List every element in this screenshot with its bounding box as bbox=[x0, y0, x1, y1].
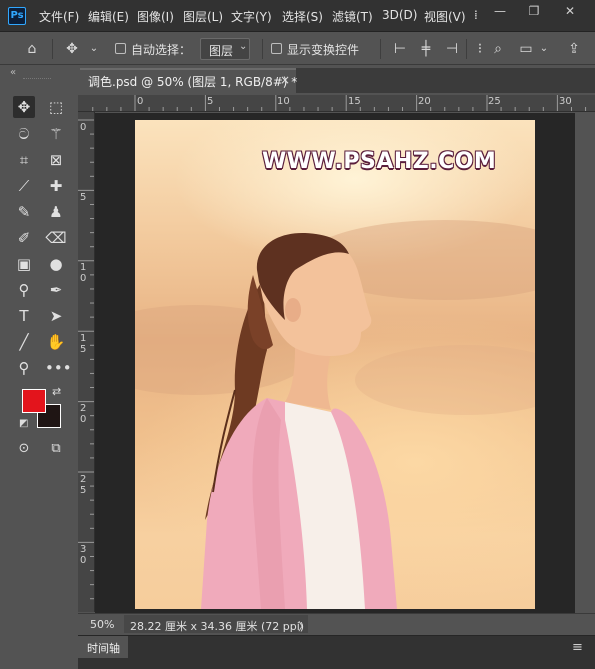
scroll-strip[interactable] bbox=[575, 113, 595, 613]
ruler-label: 5 bbox=[80, 192, 87, 203]
dodge-tool-icon[interactable]: ⚲ bbox=[13, 279, 35, 301]
pen-tool-icon[interactable]: ✒ bbox=[45, 279, 67, 301]
gradient-tool-icon[interactable]: ▣ bbox=[13, 253, 35, 275]
home-icon[interactable]: ⌂ bbox=[24, 41, 40, 57]
menu-edit[interactable]: 编辑(E) bbox=[88, 8, 129, 25]
brush-tool-icon[interactable]: ✎ bbox=[13, 201, 35, 223]
minimize-button[interactable]: — bbox=[488, 2, 512, 20]
ruler-label: 1 5 bbox=[80, 333, 87, 355]
auto-select-checkbox[interactable] bbox=[115, 43, 126, 54]
portrait-illustration bbox=[135, 220, 535, 609]
document-tab-title: 调色.psd @ 50% (图层 1, RGB/8#) * bbox=[88, 75, 298, 89]
ruler-label: 15 bbox=[348, 96, 361, 107]
ruler-label: 2 5 bbox=[80, 474, 87, 496]
history-brush-tool-icon[interactable]: ✐ bbox=[13, 227, 35, 249]
chevron-down-icon: ⌄ bbox=[239, 41, 248, 52]
zoom-tool-icon[interactable]: ⚲ bbox=[13, 357, 35, 379]
menu-select[interactable]: 选择(S) bbox=[282, 8, 323, 25]
vertical-ruler[interactable]: 0 5 1 0 1 5 2 0 2 5 3 0 bbox=[78, 112, 95, 612]
ruler-label: 5 bbox=[207, 96, 214, 107]
menu-image[interactable]: 图像(I) bbox=[137, 8, 174, 25]
close-window-button[interactable]: ✕ bbox=[558, 2, 582, 20]
left-panel-gutter bbox=[0, 462, 78, 669]
divider bbox=[52, 39, 53, 59]
ruler-label: 1 0 bbox=[80, 262, 87, 284]
magic-wand-tool-icon[interactable]: ⚚ bbox=[45, 123, 67, 145]
menu-filter[interactable]: 滤镜(T) bbox=[332, 8, 373, 25]
restore-button[interactable]: ❐ bbox=[522, 2, 546, 20]
timeline-panel bbox=[78, 635, 595, 669]
options-bar: ⌂ ✥ ⌄ 自动选择： 显示变换控件 ⊢ ╪ ⊣ ⁝ ⌕ ▭ ⌄ ⇪ bbox=[0, 33, 595, 65]
default-colors-icon[interactable]: ◩ bbox=[19, 418, 28, 429]
vertical-ruler-ticks bbox=[78, 119, 94, 600]
ruler-label: 0 bbox=[80, 122, 87, 133]
align-right-icon[interactable]: ⊣ bbox=[444, 41, 460, 57]
move-tool-icon[interactable]: ✥ bbox=[13, 96, 35, 118]
watermark-text: WWW.PSAHZ.COM bbox=[262, 149, 497, 174]
menu-overflow-icon[interactable]: ⁞ bbox=[474, 8, 478, 22]
distribute-icon[interactable]: ⁝ bbox=[472, 41, 488, 57]
clone-stamp-tool-icon[interactable]: ♟ bbox=[45, 201, 67, 223]
photoshop-logo-icon: Ps bbox=[8, 7, 26, 25]
horizontal-ruler[interactable]: 0 5 10 15 20 25 30 bbox=[78, 95, 595, 112]
screen-mode-icon[interactable]: ⧉ bbox=[45, 438, 67, 460]
align-center-icon[interactable]: ╪ bbox=[418, 41, 434, 57]
ruler-label: 2 0 bbox=[80, 403, 87, 425]
blur-tool-icon[interactable]: ● bbox=[45, 253, 67, 275]
show-transform-checkbox[interactable] bbox=[271, 43, 282, 54]
search-icon[interactable]: ⌕ bbox=[490, 41, 506, 57]
type-tool-icon[interactable]: T bbox=[13, 305, 35, 327]
more-tools-icon[interactable]: ••• bbox=[45, 357, 72, 379]
quick-mask-icon[interactable]: ⊙ bbox=[13, 438, 35, 460]
chevron-down-icon[interactable]: ⌄ bbox=[86, 41, 102, 57]
ruler-label: 0 bbox=[137, 96, 144, 107]
eyedropper-tool-icon[interactable]: ⟋ bbox=[13, 175, 35, 197]
divider bbox=[466, 39, 467, 59]
horizontal-ruler-ticks bbox=[92, 95, 587, 111]
workspace-icon[interactable]: ▭ bbox=[518, 41, 534, 57]
crop-tool-icon[interactable]: ⌗ bbox=[13, 149, 35, 171]
panel-grip[interactable] bbox=[23, 78, 51, 80]
ruler-label: 25 bbox=[488, 96, 501, 107]
swap-colors-icon[interactable]: ⇄ bbox=[52, 385, 61, 398]
foreground-color-swatch[interactable] bbox=[22, 389, 46, 413]
menu-view[interactable]: 视图(V) bbox=[424, 8, 466, 25]
timeline-tab-label: 时间轴 bbox=[87, 642, 120, 655]
ruler-label: 10 bbox=[277, 96, 290, 107]
menu-3d[interactable]: 3D(D) bbox=[382, 8, 417, 22]
frame-tool-icon[interactable]: ⊠ bbox=[45, 149, 67, 171]
auto-select-label: 自动选择： bbox=[131, 43, 192, 57]
menu-file[interactable]: 文件(F) bbox=[39, 8, 79, 25]
path-selection-tool-icon[interactable]: ➤ bbox=[45, 305, 67, 327]
eraser-tool-icon[interactable]: ⌫ bbox=[45, 227, 67, 249]
layer-select-dropdown[interactable]: 图层 ⌄ bbox=[200, 38, 250, 60]
show-transform-label: 显示变换控件 bbox=[287, 43, 360, 57]
divider bbox=[262, 39, 263, 59]
menu-type[interactable]: 文字(Y) bbox=[231, 8, 272, 25]
ruler-label: 3 0 bbox=[80, 544, 87, 566]
layer-select-value: 图层 bbox=[209, 44, 234, 58]
divider bbox=[380, 39, 381, 59]
close-tab-icon[interactable]: × bbox=[280, 73, 290, 87]
healing-brush-tool-icon[interactable]: ✚ bbox=[45, 175, 67, 197]
marquee-tool-icon[interactable]: ⬚ bbox=[45, 96, 67, 118]
ruler-label: 30 bbox=[559, 96, 572, 107]
canvas-photo[interactable] bbox=[135, 120, 535, 609]
status-menu-arrow-icon[interactable]: 〉 bbox=[298, 618, 309, 634]
menu-layer[interactable]: 图层(L) bbox=[183, 8, 223, 25]
align-left-icon[interactable]: ⊢ bbox=[392, 41, 408, 57]
chevron-down-icon[interactable]: ⌄ bbox=[536, 41, 552, 57]
move-tool-icon[interactable]: ✥ bbox=[64, 41, 80, 57]
hand-tool-icon[interactable]: ✋ bbox=[45, 331, 67, 353]
share-icon[interactable]: ⇪ bbox=[566, 41, 582, 57]
line-tool-icon[interactable]: ╱ bbox=[13, 331, 35, 353]
ruler-label: 20 bbox=[418, 96, 431, 107]
panel-menu-icon[interactable]: ≡ bbox=[572, 640, 583, 655]
document-info: 28.22 厘米 x 34.36 厘米 (72 ppi) bbox=[130, 620, 305, 633]
collapse-arrows-icon[interactable]: « bbox=[10, 67, 16, 78]
lasso-tool-icon[interactable]: ට bbox=[13, 123, 35, 145]
zoom-level[interactable]: 50% bbox=[90, 618, 114, 631]
